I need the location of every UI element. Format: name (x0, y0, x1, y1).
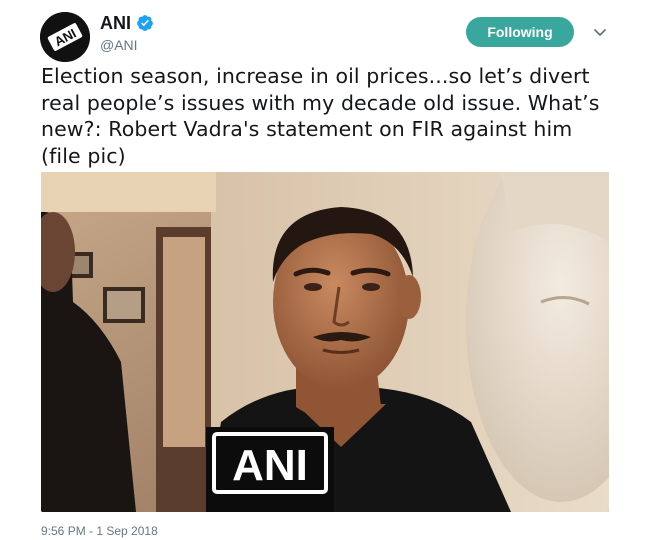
ani-mic-logo: ANI (206, 427, 334, 512)
tweet-photo[interactable]: ANI (41, 172, 609, 512)
svg-text:ANI: ANI (232, 441, 308, 490)
tweet-text: Election season, increase in oil prices.… (41, 64, 600, 168)
display-name[interactable]: ANI (100, 13, 131, 34)
author-handle[interactable]: @ANI (100, 37, 138, 53)
chevron-down-icon[interactable] (592, 24, 608, 40)
following-button[interactable]: Following (466, 17, 574, 47)
avatar[interactable]: ANI (40, 12, 90, 62)
ani-logo-icon: ANI (40, 12, 90, 62)
author-name-row: ANI (100, 12, 154, 34)
tweet-timestamp[interactable]: 9:56 PM - 1 Sep 2018 (41, 524, 158, 538)
verified-badge-icon (137, 15, 153, 31)
photo-scene: ANI (41, 172, 609, 512)
tweet-card: ANI ANI @ANI Following Election season, … (0, 0, 650, 540)
